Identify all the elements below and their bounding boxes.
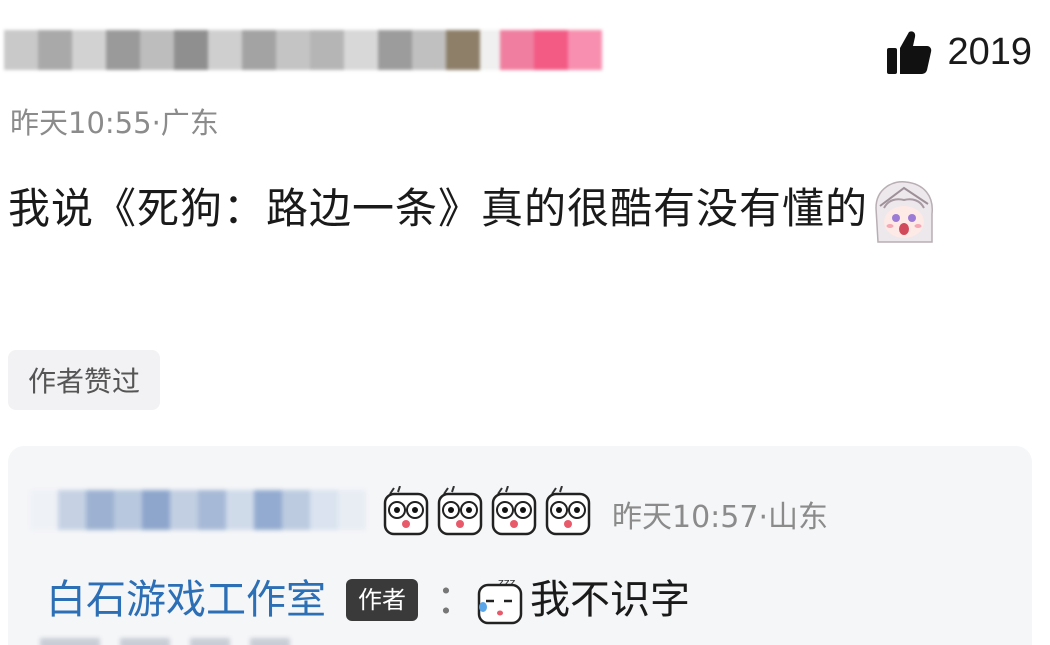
reply-colon: ： (436, 577, 476, 623)
comment-meta: 昨天10:55·广东 (10, 106, 219, 140)
like-count: 2019 (947, 30, 1032, 73)
sleeping-face-emoji: zzz (477, 576, 523, 625)
comment-text-body: 我说《死狗：路边一条》真的很酷有没有懂的 (8, 184, 869, 233)
thumbs-up-icon (887, 31, 932, 74)
reply-author-link[interactable]: 白石游戏工作室 (46, 570, 326, 630)
author-reply: 白石游戏工作室 作者 ： zzz 我不识字 (46, 570, 690, 630)
like-button[interactable]: 2019 (885, 28, 1032, 76)
reply-meta: 昨天10:57·山东 (612, 500, 828, 535)
wide-eyed-face-emoji (437, 486, 483, 536)
wide-eyed-face-emoji (383, 486, 429, 536)
reply-username-redacted[interactable] (30, 490, 370, 536)
comment-username-redacted[interactable] (4, 26, 634, 74)
emoji-group (382, 486, 592, 536)
comment-text: 我说《死狗：路边一条》真的很酷有没有懂的 (8, 168, 1028, 250)
next-reply-cutoff (40, 632, 300, 645)
wide-eyed-face-emoji (545, 486, 591, 536)
author-liked-badge: 作者赞过 (8, 350, 161, 410)
anime-girl-sticker (870, 177, 939, 246)
author-tag: 作者 (346, 579, 418, 621)
wide-eyed-face-emoji (491, 486, 537, 536)
reply-text: 我不识字 (530, 577, 690, 623)
